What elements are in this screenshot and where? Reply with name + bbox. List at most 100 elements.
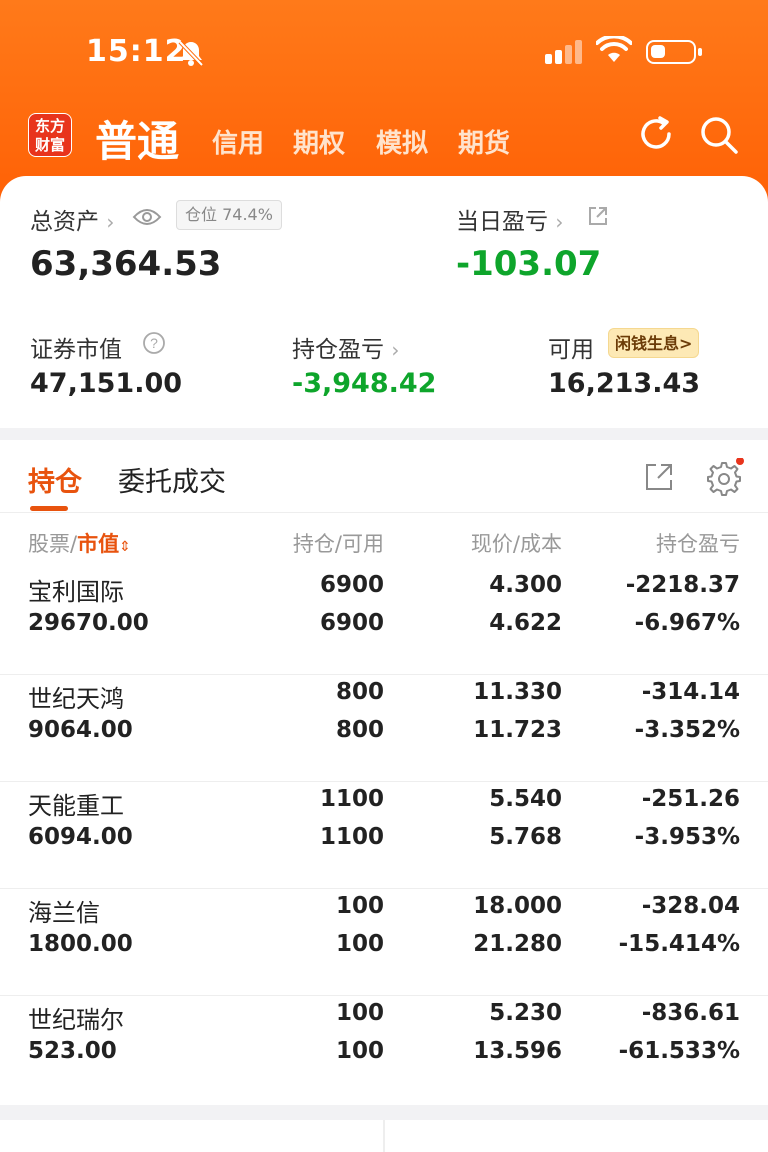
available-label: 可用 [548,337,594,363]
market-value: 47,151.00 [30,368,183,399]
cost-price: 5.768 [489,824,562,850]
sort-icon: ⇕ [119,539,131,555]
header-stock[interactable]: 股票/市值⇕ [28,528,131,558]
holding-qty: 6900 [319,572,384,598]
status-bar: 15:12 [0,32,768,72]
market-value-cell: 6094.00 [28,824,133,850]
available-qty: 100 [335,1038,384,1064]
stock-name: 天能重工 [28,792,124,820]
current-price: 18.000 [473,893,562,919]
cost-price: 21.280 [473,931,562,957]
holding-pl: -2218.37 [625,572,740,598]
holding-pl-value: -3,948.42 [292,368,437,399]
holding-pl-percent: -6.967% [634,610,740,636]
available-value: 16,213.43 [548,368,701,399]
header-pl: 持仓盈亏 [656,532,740,556]
chevron-right-icon: › [391,338,400,362]
tab-futures[interactable]: 期货 [458,123,510,160]
svg-text:?: ? [150,335,158,351]
stock-name: 世纪天鸿 [28,685,124,713]
holding-pl-percent: -3.352% [634,717,740,743]
holding-pl: -251.26 [641,786,740,812]
holding-qty: 1100 [319,786,384,812]
table-row[interactable]: 海兰信 1800.00 100 100 18.000 21.280 -328.04 -15.4… [0,889,768,996]
daily-pl-label[interactable]: 当日盈亏 › [456,202,563,236]
logo-line2: 财富 [34,136,65,154]
cost-price: 11.723 [473,717,562,743]
tab-simulation[interactable]: 模拟 [376,123,428,160]
idle-money-badge[interactable]: 闲钱生息> [608,328,700,358]
app-logo: 东方 财富 [28,113,72,157]
header-market-value: 市值 [77,532,120,556]
tab-divider [0,512,768,513]
logo-line1: 东方 [34,117,65,135]
bottom-divider [383,1120,385,1152]
tab-normal[interactable]: 普通 [95,108,179,169]
battery-icon [646,40,702,64]
chevron-right-icon: › [555,210,564,234]
account-summary-card: 总资产 › 仓位 74.4% 63,364.53 当日盈亏 › -103.07 … [0,176,768,428]
available-qty: 6900 [319,610,384,636]
bottom-bar [0,1120,768,1152]
market-value-label: 证券市值 [30,337,122,363]
current-price: 5.540 [489,786,562,812]
market-value-cell: 29670.00 [28,610,149,636]
eye-icon[interactable] [132,206,162,228]
signal-icon [545,40,582,64]
available-qty: 1100 [319,824,384,850]
total-assets-label-text: 总资产 [30,209,99,235]
holding-pl: -836.61 [641,1000,740,1026]
search-icon[interactable] [698,114,740,156]
tab-orders[interactable]: 委托成交 [118,460,226,499]
header-price: 现价/成本 [470,532,562,556]
export-icon[interactable] [644,462,674,492]
table-row[interactable]: 世纪天鸿 9064.00 800 800 11.330 11.723 -314.14 -3.3… [0,675,768,782]
table-row[interactable]: 世纪瑞尔 523.00 100 100 5.230 13.596 -836.61 -61.53… [0,996,768,1103]
holding-pl-percent: -61.533% [618,1038,740,1064]
total-assets-value: 63,364.53 [30,244,222,284]
tab-options[interactable]: 期权 [293,123,345,160]
holding-qty: 800 [335,679,384,705]
tab-active-indicator [30,506,68,511]
header-qty: 持仓/可用 [292,532,384,556]
table-row[interactable]: 天能重工 6094.00 1100 1100 5.540 5.768 -251.26 -3.9… [0,782,768,889]
holding-pl-percent: -3.953% [634,824,740,850]
holding-pl: -328.04 [641,893,740,919]
header-stock-text: 股票 [28,532,70,556]
market-value-cell: 523.00 [28,1038,117,1064]
available-qty: 800 [335,717,384,743]
cost-price: 13.596 [473,1038,562,1064]
chevron-right-icon: › [106,210,115,234]
current-price: 5.230 [489,1000,562,1026]
stock-name: 海兰信 [28,899,100,927]
holding-pl: -314.14 [641,679,740,705]
total-assets-label[interactable]: 总资产 › [30,202,114,236]
current-price: 4.300 [489,572,562,598]
stock-name: 世纪瑞尔 [28,1006,124,1034]
refresh-icon[interactable] [636,114,676,154]
external-link-icon[interactable] [587,205,609,227]
market-value-cell: 1800.00 [28,931,133,957]
holding-pl-label-text: 持仓盈亏 [292,337,384,363]
bell-slash-icon [178,40,204,67]
holding-pl-percent: -15.414% [618,931,740,957]
available-qty: 100 [335,931,384,957]
tab-holdings[interactable]: 持仓 [28,460,82,499]
help-icon[interactable]: ? [142,331,166,355]
status-time: 15:12 [86,34,187,69]
tab-credit[interactable]: 信用 [212,123,264,160]
gear-icon[interactable] [704,458,744,498]
daily-pl-value: -103.07 [456,244,602,284]
daily-pl-label-text: 当日盈亏 [456,209,548,235]
current-price: 11.330 [473,679,562,705]
holding-qty: 100 [335,893,384,919]
holdings-section: 持仓 委托成交 股票/市值⇕ 持仓/可用 现价/成本 持仓盈亏 宝利国际 2967… [0,440,768,1105]
holding-pl-label[interactable]: 持仓盈亏 › [292,330,399,364]
wifi-icon [596,36,632,62]
market-value-cell: 9064.00 [28,717,133,743]
cost-price: 4.622 [489,610,562,636]
table-row[interactable]: 宝利国际 29670.00 6900 6900 4.300 4.622 -2218.37 -6… [0,568,768,675]
position-ratio-badge: 仓位 74.4% [176,200,282,230]
holding-qty: 100 [335,1000,384,1026]
stock-name: 宝利国际 [28,578,124,606]
